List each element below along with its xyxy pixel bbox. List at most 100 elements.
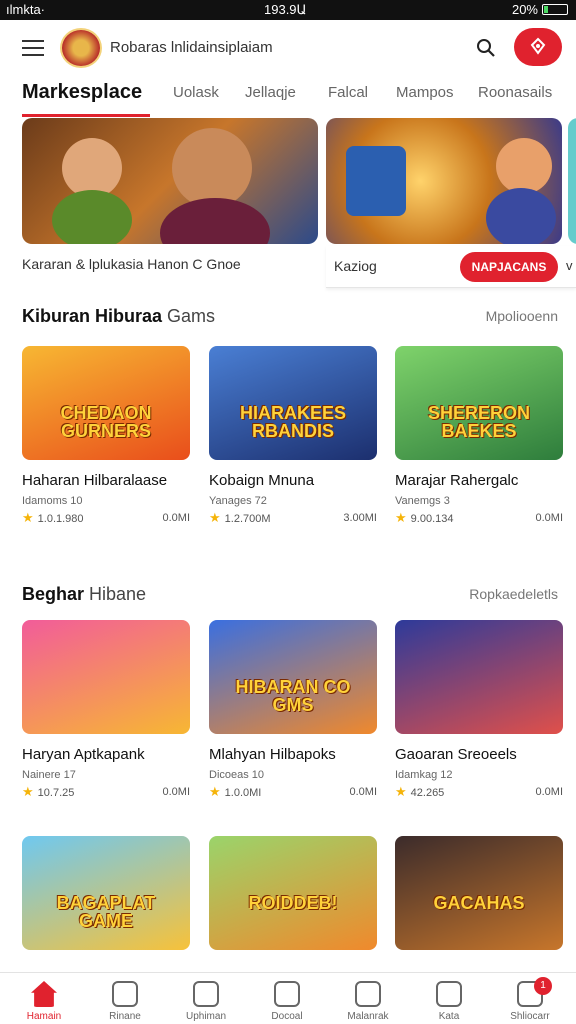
game-subtitle: Yanages 72 xyxy=(209,495,267,507)
game-title[interactable]: Kobaign Mnuna xyxy=(209,472,377,489)
nav-item-uphiman[interactable]: Uphiman xyxy=(176,981,236,1022)
game-thumbnail-title: HIARAKEES RBANDIS xyxy=(239,403,346,441)
section-title-1-bold: Kiburan Hiburaa xyxy=(22,306,163,326)
games-icon xyxy=(112,981,138,1007)
game-subtitle: Idamkag 12 xyxy=(395,769,453,781)
game-title[interactable]: Marajar Rahergalc xyxy=(395,472,563,489)
featured-banner-main[interactable] xyxy=(22,118,318,244)
hamburger-menu-icon[interactable] xyxy=(22,40,44,56)
game-thumbnail-title: CHEDAON GURNERS xyxy=(60,403,152,441)
nav-label: Docoal xyxy=(271,1011,303,1022)
game-meta: ★ 1.0.1.980 0.0MI xyxy=(22,510,190,526)
game-thumbnail[interactable]: ROIDDEB! xyxy=(209,836,377,950)
nav-item-shliocarr[interactable]: Shliocarr 1 xyxy=(500,977,560,1022)
game-meta: ★ 9.00.134 0.0MI xyxy=(395,510,563,526)
app-logo xyxy=(60,28,102,68)
game-thumbnail[interactable]: HIARAKEES RBANDIS xyxy=(209,346,377,460)
game-card[interactable]: GACAHAS xyxy=(395,836,563,950)
game-thumbnail[interactable] xyxy=(395,620,563,734)
section-1-see-all-link[interactable]: Mpoliooenn xyxy=(486,308,558,324)
search-icon[interactable] xyxy=(476,38,496,58)
section-title-2-bold: Beghar xyxy=(22,584,85,604)
game-card[interactable]: Gaoaran Sreoeels Idamkag 12 ★ 42.265 0.0MI xyxy=(395,620,563,800)
game-card[interactable]: HIARAKEES RBANDIS Kobaign Mnuna Yanages 72… xyxy=(209,346,377,526)
game-title[interactable]: Mlahyan Hilbapoks xyxy=(209,746,377,763)
game-meta: ★ 1.2.700M 3.00MI xyxy=(209,510,377,526)
tab-marketplace[interactable]: Markesplace xyxy=(22,81,142,104)
tab-falcal[interactable]: Falcal xyxy=(328,84,368,101)
banner-peek-label: v xyxy=(566,258,573,273)
game-thumbnail-title: GACAHAS xyxy=(433,893,525,913)
game-meta: ★ 10.7.25 0.0MI xyxy=(22,784,190,800)
game-card[interactable]: BAGAPLAT GAME xyxy=(22,836,190,950)
game-size: 3.00MI xyxy=(343,512,377,524)
game-thumbnail[interactable]: BAGAPLAT GAME xyxy=(22,836,190,950)
star-icon: ★ xyxy=(209,784,221,799)
bottom-navigation: Hamain Rinane Uphiman Docoal Malanrak Kata Shl… xyxy=(0,972,576,1024)
banner-secondary-label: Kaziog xyxy=(334,258,377,274)
profile-button[interactable] xyxy=(514,28,562,66)
game-card[interactable]: ROIDDEB! xyxy=(209,836,377,950)
game-thumbnail[interactable]: GACAHAS xyxy=(395,836,563,950)
section-2-see-all-link[interactable]: Ropkaedeletls xyxy=(469,586,558,602)
game-title[interactable]: Haharan Hilbaralaase xyxy=(22,472,190,489)
status-bar: ılmkta· 193.9Ա 20% xyxy=(0,0,576,20)
banner-action-button[interactable]: NAPJACANS xyxy=(460,252,558,282)
nav-label: Malanrak xyxy=(347,1011,389,1022)
game-subtitle: Nainere 17 xyxy=(22,769,76,781)
featured-banner-peek[interactable] xyxy=(568,118,576,244)
section-title-1: Kiburan Hiburaa Gams xyxy=(22,306,215,327)
game-card[interactable]: SHERERON BAEKES Marajar Rahergalc Vanemgs … xyxy=(395,346,563,526)
game-card[interactable]: HIBARAN CO GMS Mlahyan Hilbapoks Dicoeas 1… xyxy=(209,620,377,800)
game-thumbnail[interactable]: CHEDAON GURNERS xyxy=(22,346,190,460)
game-thumbnail-title: ROIDDEB! xyxy=(248,893,338,913)
game-thumbnail[interactable] xyxy=(22,620,190,734)
game-rating: 10.7.25 xyxy=(37,787,75,799)
game-meta: ★ 42.265 0.0MI xyxy=(395,784,563,800)
star-icon: ★ xyxy=(22,784,34,799)
game-title[interactable]: Haryan Aptkapank xyxy=(22,746,190,763)
tab-mampos[interactable]: Mampos xyxy=(396,84,454,101)
clock: 193.9Ա xyxy=(264,2,307,17)
section-title-1-light: Gams xyxy=(167,306,216,326)
nav-label: Rinane xyxy=(109,1011,141,1022)
game-rating: 1.2.700M xyxy=(224,513,271,525)
tab-roonasails[interactable]: Roonasails xyxy=(478,84,552,101)
profile-icon xyxy=(530,37,546,55)
featured-banner-secondary[interactable] xyxy=(326,118,562,244)
deals-icon xyxy=(274,981,300,1007)
rewards-icon xyxy=(436,981,462,1007)
rating-group: ★ 1.2.700M xyxy=(209,510,271,526)
banner-caption: Kararan & lplukasia Hanon C Gnoe xyxy=(22,256,241,272)
nav-label: Uphiman xyxy=(185,1011,227,1022)
nav-item-rinane[interactable]: Rinane xyxy=(95,981,155,1022)
star-icon: ★ xyxy=(209,510,221,525)
star-icon: ★ xyxy=(395,510,407,525)
carrier-label: ılmkta· xyxy=(6,2,45,17)
game-thumbnail-title: HIBARAN CO GMS xyxy=(235,677,351,715)
game-thumbnail[interactable]: SHERERON BAEKES xyxy=(395,346,563,460)
rating-group: ★ 1.0.1.980 xyxy=(22,510,84,526)
active-tab-indicator xyxy=(22,114,150,117)
game-card[interactable]: CHEDAON GURNERS Haharan Hilbaralaase Idamo… xyxy=(22,346,190,526)
game-rating: 42.265 xyxy=(410,787,445,799)
game-card[interactable]: Haryan Aptkapank Nainere 17 ★ 10.7.25 0.0MI xyxy=(22,620,190,800)
nav-item-malanrak[interactable]: Malanrak xyxy=(338,981,398,1022)
status-right: 20% xyxy=(512,2,568,17)
nav-item-kata[interactable]: Kata xyxy=(419,981,479,1022)
game-rating: 1.0.1.980 xyxy=(37,513,84,525)
game-thumbnail[interactable]: HIBARAN CO GMS xyxy=(209,620,377,734)
game-thumbnail-title: BAGAPLAT GAME xyxy=(56,893,156,931)
star-icon: ★ xyxy=(395,784,407,799)
section-title-2-light: Hibane xyxy=(89,584,147,604)
nav-label: Shliocarr xyxy=(510,1011,550,1022)
tab-uolask[interactable]: Uolask xyxy=(173,84,219,101)
nav-item-docoal[interactable]: Docoal xyxy=(257,981,317,1022)
banner-secondary-footer: Kaziog NAPJACANS v xyxy=(326,246,576,288)
tab-jellaqje[interactable]: Jellaqje xyxy=(245,84,296,101)
game-size: 0.0MI xyxy=(535,786,563,798)
rating-group: ★ 9.00.134 xyxy=(395,510,453,526)
rating-group: ★ 42.265 xyxy=(395,784,444,800)
game-title[interactable]: Gaoaran Sreoeels xyxy=(395,746,563,763)
nav-item-hamain[interactable]: Hamain xyxy=(14,981,74,1022)
